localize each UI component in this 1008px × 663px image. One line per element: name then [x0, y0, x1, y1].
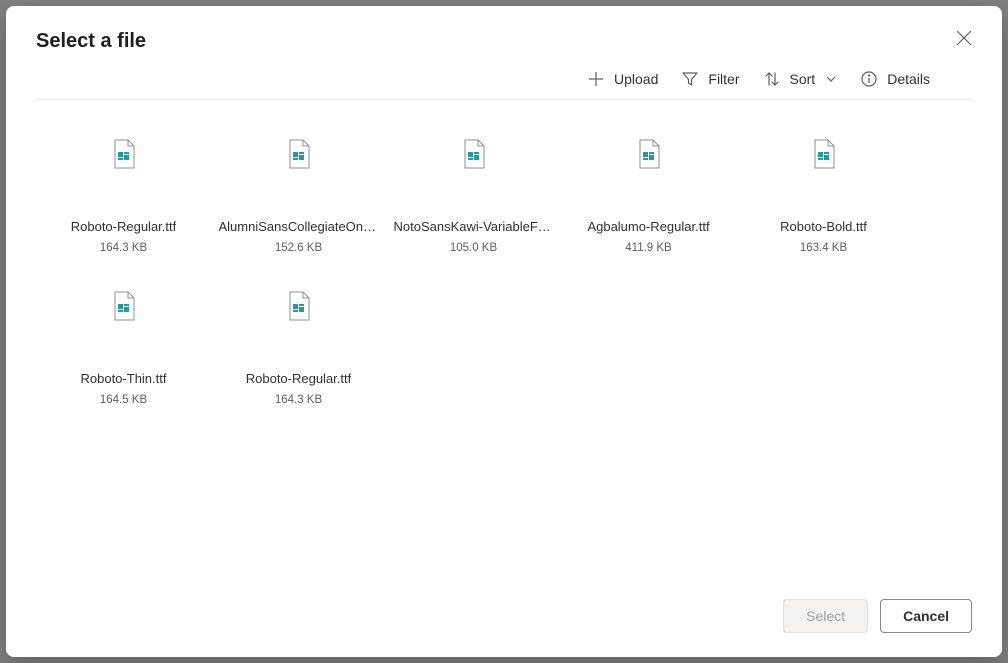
file-size: 164.3 KB: [100, 242, 147, 254]
toolbar: Upload Filter Sort Details: [36, 53, 972, 100]
file-picker-dialog: Select a file Upload Filter Sort: [6, 6, 1002, 657]
filter-button[interactable]: Filter: [682, 71, 739, 87]
file-tile[interactable]: Roboto-Regular.ttf 164.3 KB: [36, 130, 211, 262]
file-tile[interactable]: AlumniSansCollegiateOne-Regular.ttf 152.…: [211, 130, 386, 262]
file-icon: [108, 138, 140, 170]
sort-icon: [764, 71, 780, 87]
upload-button[interactable]: Upload: [588, 71, 658, 87]
file-size: 152.6 KB: [275, 242, 322, 254]
file-icon: [808, 138, 840, 170]
file-name: Roboto-Regular.ttf: [71, 218, 177, 236]
file-icon: [283, 138, 315, 170]
filter-icon: [682, 71, 698, 87]
upload-label: Upload: [614, 71, 658, 87]
file-tile[interactable]: NotoSansKawi-VariableFont_wght.ttf 105.0…: [386, 130, 561, 262]
file-icon: [458, 138, 490, 170]
sort-button[interactable]: Sort: [764, 71, 838, 87]
chevron-down-icon: [825, 73, 837, 85]
file-name: Agbalumo-Regular.ttf: [587, 218, 709, 236]
select-button: Select: [783, 599, 868, 633]
dialog-title: Select a file: [36, 30, 146, 53]
close-icon: [956, 30, 972, 46]
file-icon: [283, 290, 315, 322]
file-size: 163.4 KB: [800, 242, 847, 254]
sort-label: Sort: [790, 71, 816, 87]
file-name: Roboto-Regular.ttf: [246, 370, 352, 388]
file-tile[interactable]: Roboto-Thin.ttf 164.5 KB: [36, 282, 211, 414]
plus-icon: [588, 71, 604, 87]
dialog-footer: Select Cancel: [6, 581, 1002, 657]
file-grid: Roboto-Regular.ttf 164.3 KB AlumniSansCo…: [36, 130, 972, 414]
file-name: AlumniSansCollegiateOne-Regular.ttf: [219, 218, 379, 236]
file-tile[interactable]: Roboto-Bold.ttf 163.4 KB: [736, 130, 911, 262]
file-size: 164.3 KB: [275, 394, 322, 406]
file-content-area: Roboto-Regular.ttf 164.3 KB AlumniSansCo…: [6, 100, 1002, 581]
file-name: Roboto-Thin.ttf: [81, 370, 167, 388]
file-name: Roboto-Bold.ttf: [780, 218, 867, 236]
file-name: NotoSansKawi-VariableFont_wght.ttf: [394, 218, 554, 236]
cancel-button[interactable]: Cancel: [880, 599, 972, 633]
dialog-header: Select a file: [6, 6, 1002, 53]
details-label: Details: [887, 71, 930, 87]
file-tile[interactable]: Roboto-Regular.ttf 164.3 KB: [211, 282, 386, 414]
file-size: 164.5 KB: [100, 394, 147, 406]
filter-label: Filter: [708, 71, 739, 87]
close-button[interactable]: [952, 26, 976, 50]
info-icon: [861, 71, 877, 87]
file-size: 411.9 KB: [625, 242, 671, 254]
file-size: 105.0 KB: [450, 242, 497, 254]
file-icon: [633, 138, 665, 170]
file-icon: [108, 290, 140, 322]
details-button[interactable]: Details: [861, 71, 930, 87]
file-tile[interactable]: Agbalumo-Regular.ttf 411.9 KB: [561, 130, 736, 262]
